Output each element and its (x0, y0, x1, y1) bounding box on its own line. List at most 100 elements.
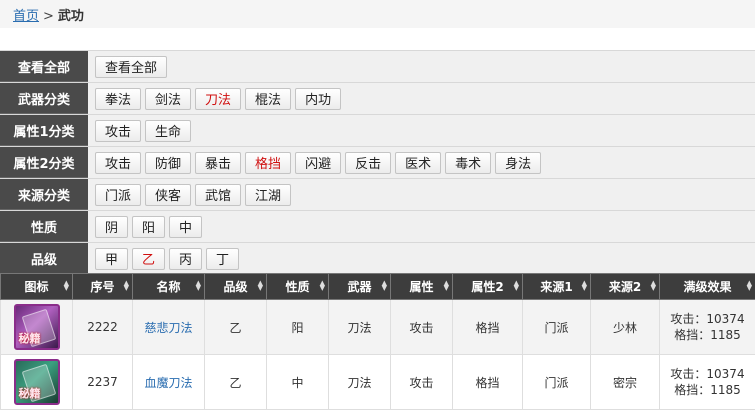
filter-options: 门派 侠客 武馆 江湖 (88, 179, 755, 210)
filter-panel: 查看全部 查看全部 武器分类 拳法 剑法 刀法 棍法 内功 属性1分类 攻击 生命 属性2分类 攻击 防御… (0, 50, 755, 275)
grade-cell: 乙 (204, 354, 267, 410)
column-header[interactable]: 属性2 ▲ ▼ (452, 273, 523, 300)
filter-option-button[interactable]: 身法 (495, 151, 542, 174)
filter-option-button[interactable]: 生命 (145, 119, 192, 142)
filter-option-button[interactable]: 格挡 (245, 151, 292, 174)
filter-label: 来源分类 (0, 179, 88, 210)
filter-label: 品级 (0, 243, 88, 274)
green-scroll-icon[interactable]: 秘籍 (13, 359, 60, 405)
filter-options: 攻击 生命 (88, 115, 755, 146)
column-header-label: 属性2 (471, 280, 504, 294)
filter-option-button[interactable]: 甲 (95, 247, 129, 270)
id-cell: 2237 (72, 354, 133, 410)
column-header[interactable]: 序号 ▲ ▼ (72, 273, 133, 300)
breadcrumb-home-link[interactable]: 首页 (13, 9, 39, 24)
filter-option-button[interactable]: 拳法 (95, 87, 142, 110)
effect-cell: 攻击：10374 格挡：1185 (659, 354, 755, 410)
filter-option-button[interactable]: 棍法 (245, 87, 292, 110)
filter-row: 品级甲乙丙丁 (0, 243, 755, 275)
filter-row: 性质阴阳中 (0, 211, 755, 243)
column-header-label: 属性 (409, 280, 434, 294)
column-header-label: 武器 (347, 280, 372, 294)
nature-cell: 阳 (266, 299, 329, 355)
sort-arrows-icon: ▲ ▼ (257, 279, 263, 292)
column-header[interactable]: 来源1 ▲ ▼ (522, 273, 591, 300)
filter-label: 查看全部 (0, 51, 88, 82)
sort-arrows-icon: ▲ ▼ (513, 279, 519, 292)
filter-options: 拳法 剑法 刀法 棍法 内功 (88, 83, 755, 114)
table-row: 秘籍 2237 血魔刀法乙中刀法 攻击 格挡 门派 密宗 攻击：10374 格挡：1185 (0, 354, 755, 410)
nature-cell: 中 (266, 354, 329, 410)
filter-option-button[interactable]: 阴 (95, 215, 129, 238)
sort-arrows-icon: ▲ ▼ (381, 279, 387, 292)
source2-cell: 少林 (590, 299, 660, 355)
column-header-label: 来源1 (540, 280, 573, 294)
column-header[interactable]: 武器 ▲ ▼ (328, 273, 391, 300)
filter-row: 武器分类 拳法 剑法 刀法 棍法 内功 (0, 83, 755, 115)
filter-option-button[interactable]: 暴击 (195, 151, 242, 174)
filter-option-button[interactable]: 丙 (169, 247, 203, 270)
filter-option-button[interactable]: 侠客 (145, 183, 192, 206)
sort-arrows-icon: ▲ ▼ (319, 279, 325, 292)
filter-option-button[interactable]: 防御 (145, 151, 192, 174)
attr-cell: 攻击 (390, 299, 453, 355)
filter-option-button[interactable]: 刀法 (195, 87, 242, 110)
filter-option-button[interactable]: 查看全部 (95, 55, 168, 78)
icon-cell: 秘籍 (0, 299, 73, 355)
source1-cell: 门派 (522, 354, 591, 410)
filter-options: 甲乙丙丁 (88, 243, 755, 274)
column-header-label: 满级效果 (683, 280, 732, 294)
breadcrumb-separator: > (43, 9, 54, 24)
column-header[interactable]: 来源2 ▲ ▼ (590, 273, 660, 300)
source2-cell: 密宗 (590, 354, 660, 410)
filter-option-button[interactable]: 武馆 (195, 183, 242, 206)
filter-option-button[interactable]: 反击 (345, 151, 392, 174)
filter-option-button[interactable]: 剑法 (145, 87, 192, 110)
column-header-label: 性质 (285, 280, 310, 294)
filter-row: 查看全部 查看全部 (0, 51, 755, 83)
column-header[interactable]: 性质 ▲ ▼ (266, 273, 329, 300)
sort-arrows-icon: ▲ ▼ (746, 279, 752, 292)
filter-row: 属性1分类 攻击 生命 (0, 115, 755, 147)
filter-option-button[interactable]: 毒术 (445, 151, 492, 174)
column-header-label: 图标 (24, 280, 49, 294)
skill-name-link[interactable]: 慈悲刀法 (144, 321, 192, 335)
filter-option-button[interactable]: 闪避 (295, 151, 342, 174)
purple-scroll-icon[interactable]: 秘籍 (13, 304, 60, 350)
filter-row: 属性2分类 攻击 防御 暴击 格挡 闪避 反击 医术 毒术 身法 (0, 147, 755, 179)
filter-option-button[interactable]: 中 (169, 215, 203, 238)
filter-option-button[interactable]: 乙 (132, 247, 166, 270)
filter-label: 武器分类 (0, 83, 88, 114)
filter-option-button[interactable]: 丁 (206, 247, 240, 270)
filter-label: 属性1分类 (0, 115, 88, 146)
grade-cell: 乙 (204, 299, 267, 355)
sort-arrows-icon: ▲ ▼ (581, 279, 587, 292)
column-header[interactable]: 品级 ▲ ▼ (204, 273, 267, 300)
effect-cell: 攻击：10374 格挡：1185 (659, 299, 755, 355)
name-cell: 血魔刀法 (132, 354, 205, 410)
sort-arrows-icon: ▲ ▼ (443, 279, 449, 292)
effect-block: 格挡：1185 (674, 383, 741, 397)
filter-option-button[interactable]: 医术 (395, 151, 442, 174)
sort-arrows-icon: ▲ ▼ (650, 279, 656, 292)
column-header-label: 序号 (90, 280, 115, 294)
filter-option-button[interactable]: 阳 (132, 215, 166, 238)
filter-option-button[interactable]: 攻击 (95, 151, 142, 174)
sort-arrows-icon: ▲ ▼ (63, 279, 69, 292)
skill-name-link[interactable]: 血魔刀法 (144, 376, 192, 390)
column-header[interactable]: 属性 ▲ ▼ (390, 273, 453, 300)
filter-row: 来源分类 门派 侠客 武馆 江湖 (0, 179, 755, 211)
column-header[interactable]: 名称 ▲ ▼ (132, 273, 205, 300)
filter-option-button[interactable]: 攻击 (95, 119, 142, 142)
column-header[interactable]: 满级效果 ▲ ▼ (659, 273, 755, 300)
icon-cell: 秘籍 (0, 354, 73, 410)
filter-option-button[interactable]: 江湖 (245, 183, 292, 206)
table-row: 秘籍 2222 慈悲刀法乙阳刀法 攻击 格挡 门派 少林 攻击：10374 格挡：1185 (0, 299, 755, 355)
attr-cell: 攻击 (390, 354, 453, 410)
filter-option-button[interactable]: 内功 (295, 87, 342, 110)
breadcrumb: 首页 > 武功 (0, 0, 755, 28)
column-header[interactable]: 图标 ▲ ▼ (0, 273, 73, 300)
skill-table: 图标 ▲ ▼ 序号 ▲ ▼ 名称 ▲ ▼ 品级 ▲ ▼ 性质 ▲ ▼ 武器 ▲ ▼ 属性 ▲ ▼ 属性2 ▲ ▼ 来源1 ▲ ▼ 来源… (0, 273, 755, 410)
filter-option-button[interactable]: 门派 (95, 183, 142, 206)
scroll-seal-text: 秘籍 (18, 332, 41, 345)
